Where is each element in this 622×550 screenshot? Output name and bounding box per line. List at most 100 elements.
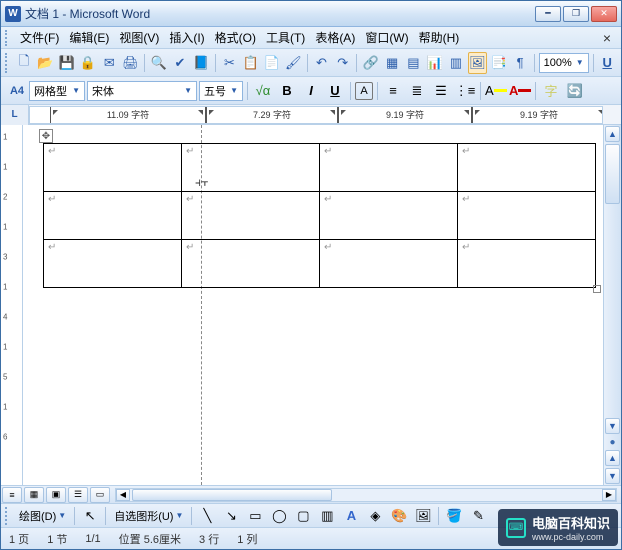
minimize-button[interactable]: ━ [535, 6, 561, 22]
scroll-thumb[interactable] [605, 144, 620, 204]
hyperlink-icon[interactable]: 🔗 [361, 52, 380, 74]
char-border-button[interactable]: A [355, 82, 373, 100]
normal-view-icon[interactable]: ≡ [2, 487, 22, 503]
table-cell[interactable]: ↵ [320, 192, 458, 240]
mail-icon[interactable]: ✉ [100, 52, 119, 74]
show-marks-icon[interactable]: ¶ [510, 52, 529, 74]
insert-table-icon[interactable]: ▤ [404, 52, 423, 74]
prev-page-icon[interactable]: ▲ [605, 450, 620, 466]
rectangle-icon[interactable]: ▭ [244, 505, 266, 527]
italic-button[interactable]: I [300, 80, 322, 102]
table-cell[interactable]: ↵ [44, 192, 182, 240]
hscroll-thumb[interactable] [132, 489, 332, 501]
wordart-icon[interactable]: A [340, 505, 362, 527]
next-page-icon[interactable]: ▼ [605, 468, 620, 484]
document-canvas[interactable]: ✥ ↵↵↵↵↵↵↵↵↵↵↵↵ ⫞⫟ [23, 125, 603, 485]
table-cell[interactable]: ↵ [458, 192, 596, 240]
phonetic-icon[interactable]: √α [252, 80, 274, 102]
reading-view-icon[interactable]: ▭ [90, 487, 110, 503]
style-combo[interactable]: 网格型▼ [29, 81, 85, 101]
menu-insert[interactable]: 插入(I) [164, 27, 209, 48]
font-color-icon[interactable]: A [509, 80, 531, 102]
table-cell[interactable]: ↵ [44, 240, 182, 288]
autoshapes-menu[interactable]: 自选图形(U)▼ [110, 506, 187, 526]
table-cell[interactable]: ↵ [458, 240, 596, 288]
menu-tools[interactable]: 工具(T) [261, 27, 310, 48]
menu-view[interactable]: 视图(V) [114, 27, 164, 48]
highlight-icon[interactable]: A [485, 80, 507, 102]
horizontal-ruler[interactable]: L 11.09 字符7.29 字符9.19 字符9.19 字符 [1, 105, 621, 125]
open-icon[interactable]: 📂 [36, 52, 55, 74]
bold-button[interactable]: B [276, 80, 298, 102]
excel-icon[interactable]: 📊 [425, 52, 444, 74]
table-move-handle[interactable]: ✥ [39, 129, 53, 143]
format-painter-icon[interactable]: 🖌 [284, 52, 303, 74]
table-cell[interactable]: ↵ [44, 144, 182, 192]
maximize-button[interactable]: ❐ [563, 6, 589, 22]
draw-menu[interactable]: 绘图(D)▼ [15, 506, 70, 526]
menu-close-icon[interactable]: × [597, 30, 617, 46]
permission-icon[interactable]: 🔒 [78, 52, 97, 74]
menu-table[interactable]: 表格(A) [310, 27, 360, 48]
clipart-icon[interactable]: 🎨 [388, 505, 410, 527]
docmap-icon[interactable]: 📑 [489, 52, 508, 74]
zoom-combo[interactable]: 100%▼ [539, 53, 589, 73]
table-cell[interactable]: ↵ [182, 240, 320, 288]
columns-icon[interactable]: ▥ [446, 52, 465, 74]
table-cell[interactable]: ↵ [458, 144, 596, 192]
numbering-icon[interactable]: ☰ [430, 80, 452, 102]
print-icon[interactable]: 🖨 [121, 52, 140, 74]
horizontal-scrollbar[interactable]: ◀ ▶ [115, 488, 617, 502]
menu-format[interactable]: 格式(O) [210, 27, 261, 48]
scroll-left-icon[interactable]: ◀ [116, 489, 130, 501]
spelling-icon[interactable]: ✔ [170, 52, 189, 74]
underline-button[interactable]: U [324, 80, 346, 102]
undo-icon[interactable]: ↶ [312, 52, 331, 74]
char-shading-icon[interactable]: 字 [540, 80, 562, 102]
asian-layout-icon[interactable]: 🔄 [564, 80, 586, 102]
print-view-icon[interactable]: ▣ [46, 487, 66, 503]
table-cell[interactable]: ↵ [182, 192, 320, 240]
browse-object-icon[interactable]: ● [604, 435, 621, 449]
preview-icon[interactable]: 🔍 [149, 52, 168, 74]
outline-view-icon[interactable]: ☰ [68, 487, 88, 503]
menu-file[interactable]: 文件(F) [15, 27, 64, 48]
font-combo[interactable]: 宋体▼ [87, 81, 197, 101]
cut-icon[interactable]: ✂ [220, 52, 239, 74]
size-combo[interactable]: 五号▼ [199, 81, 243, 101]
underline-icon[interactable]: U [598, 52, 617, 74]
menu-edit[interactable]: 编辑(E) [64, 27, 114, 48]
picture-icon[interactable]: 🖼 [412, 505, 434, 527]
paste-icon[interactable]: 📄 [262, 52, 281, 74]
document-table[interactable]: ↵↵↵↵↵↵↵↵↵↵↵↵ [43, 143, 596, 288]
vertical-textbox-icon[interactable]: ▥ [316, 505, 338, 527]
scroll-right-icon[interactable]: ▶ [602, 489, 616, 501]
ruler-corner[interactable]: L [1, 105, 29, 125]
web-view-icon[interactable]: ▦ [24, 487, 44, 503]
line-color-icon[interactable]: ✎ [467, 505, 489, 527]
drawing-icon[interactable]: 🖼 [468, 52, 488, 74]
scroll-up-icon[interactable]: ▲ [605, 126, 620, 142]
table-cell[interactable]: ↵ [320, 240, 458, 288]
select-arrow-icon[interactable]: ↖ [79, 505, 101, 527]
close-button[interactable]: ✕ [591, 6, 617, 22]
diagram-icon[interactable]: ◈ [364, 505, 386, 527]
menu-window[interactable]: 窗口(W) [360, 27, 413, 48]
menu-help[interactable]: 帮助(H) [414, 27, 465, 48]
new-icon[interactable]: 🗋 [15, 52, 34, 74]
align-center-icon[interactable]: ≣ [406, 80, 428, 102]
table-resize-handle[interactable] [593, 285, 601, 293]
align-left-icon[interactable]: ≡ [382, 80, 404, 102]
save-icon[interactable]: 💾 [57, 52, 76, 74]
redo-icon[interactable]: ↷ [333, 52, 352, 74]
oval-icon[interactable]: ◯ [268, 505, 290, 527]
bullets-icon[interactable]: ⋮≡ [454, 80, 476, 102]
scroll-down-icon[interactable]: ▼ [605, 418, 620, 434]
arrow-icon[interactable]: ↘ [220, 505, 242, 527]
line-icon[interactable]: ╲ [196, 505, 218, 527]
table-cell[interactable]: ↵ [320, 144, 458, 192]
fill-color-icon[interactable]: 🪣 [443, 505, 465, 527]
vertical-scrollbar[interactable]: ▲ ▼ ● ▲ ▼ [603, 125, 621, 485]
textbox-icon[interactable]: ▢ [292, 505, 314, 527]
copy-icon[interactable]: 📋 [241, 52, 260, 74]
